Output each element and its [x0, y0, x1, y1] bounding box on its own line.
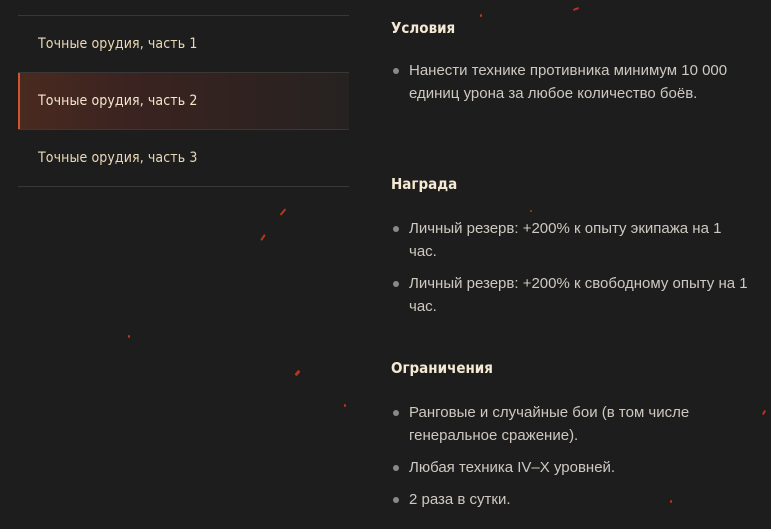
spark-decoration — [128, 335, 130, 338]
list-item-text: Личный резерв: +200% к опыту экипажа на … — [409, 220, 722, 260]
reward-title: Награда — [391, 175, 458, 193]
spark-decoration — [279, 208, 287, 216]
sidebar-item-part-3[interactable]: Точные орудия, часть 3 — [18, 130, 349, 186]
sidebar-item-part-1[interactable]: Точные орудия, часть 1 — [18, 16, 349, 72]
list-item: 2 раза в сутки. — [391, 488, 751, 511]
list-item-text: 2 раза в сутки. — [409, 491, 511, 508]
list-item: Любая техника IV–X уровней. — [391, 456, 751, 479]
spark-decoration — [294, 369, 301, 377]
page: Точные орудия, часть 1 Точные орудия, ча… — [0, 0, 771, 529]
sidebar-item-part-2[interactable]: Точные орудия, часть 2 — [18, 73, 349, 129]
reward-section: Награда Личный резерв: +200% к опыту эки… — [391, 171, 751, 318]
list-item-text: Личный резерв: +200% к свободному опыту … — [409, 275, 748, 315]
limits-list: Ранговые и случайные бои (в том числе ге… — [391, 401, 751, 511]
list-item-text: Нанести технике противника минимум 10 00… — [409, 62, 728, 102]
limits-section: Ограничения Ранговые и случайные бои (в … — [391, 355, 751, 511]
limits-title: Ограничения — [391, 359, 493, 377]
sidebar-item-label: Точные орудия, часть 2 — [38, 93, 198, 109]
bullet-icon — [393, 497, 399, 503]
conditions-section: Условия Нанести технике противника миним… — [391, 15, 751, 105]
bullet-icon — [393, 226, 399, 232]
spark-decoration — [344, 404, 346, 407]
conditions-list: Нанести технике противника минимум 10 00… — [391, 59, 751, 105]
list-item: Ранговые и случайные бои (в том числе ге… — [391, 401, 751, 447]
sidebar-item-label: Точные орудия, часть 1 — [38, 36, 198, 52]
spark-decoration — [761, 409, 767, 416]
sidebar-item-label: Точные орудия, часть 3 — [38, 150, 198, 166]
conditions-title: Условия — [391, 19, 456, 37]
list-item: Личный резерв: +200% к свободному опыту … — [391, 272, 751, 318]
spark-decoration — [260, 234, 266, 241]
bullet-icon — [393, 465, 399, 471]
list-item-text: Любая техника IV–X уровней. — [409, 459, 616, 476]
divider — [18, 186, 349, 187]
spark-decoration — [572, 7, 580, 11]
bullet-icon — [393, 281, 399, 287]
list-item: Личный резерв: +200% к опыту экипажа на … — [391, 217, 751, 263]
list-item: Нанести технике противника минимум 10 00… — [391, 59, 751, 105]
sidebar: Точные орудия, часть 1 Точные орудия, ча… — [18, 15, 349, 187]
bullet-icon — [393, 410, 399, 416]
reward-list: Личный резерв: +200% к опыту экипажа на … — [391, 217, 751, 318]
bullet-icon — [393, 68, 399, 74]
list-item-text: Ранговые и случайные бои (в том числе ге… — [409, 404, 690, 444]
